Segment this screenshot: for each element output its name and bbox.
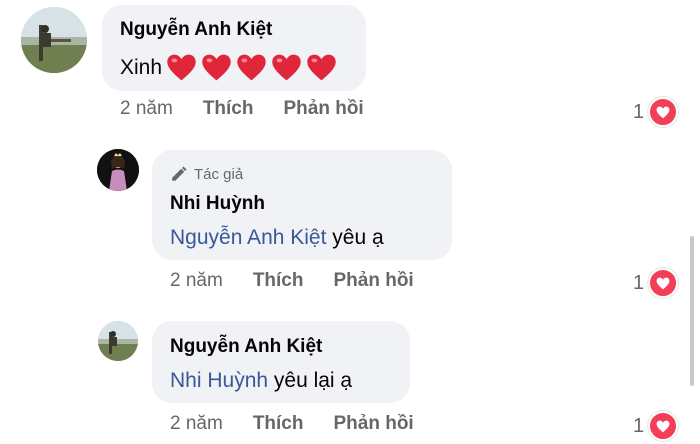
comment-text: Nguyễn Anh Kiệt yêu ạ	[170, 226, 384, 250]
comment-time[interactable]: 2 năm	[120, 98, 173, 120]
avatar-photo	[98, 321, 138, 361]
comment-text-content: Xinh	[120, 55, 163, 79]
comment-time[interactable]: 2 năm	[170, 413, 223, 435]
heart-emoji-icon	[202, 54, 231, 81]
avatar[interactable]	[21, 7, 87, 73]
heart-emoji-icon	[307, 54, 336, 81]
comment-author[interactable]: Nguyễn Anh Kiệt	[170, 336, 322, 358]
heart-emojis	[166, 53, 337, 82]
reply-button[interactable]: Phản hồi	[283, 98, 363, 120]
comment-text: Nhi Huỳnh yêu lại ạ	[170, 369, 352, 393]
heart-emoji-icon	[167, 54, 196, 81]
heart-emoji-icon	[237, 54, 266, 81]
comment-text: Xinh	[120, 53, 337, 82]
reaction-summary[interactable]: 1	[633, 411, 679, 441]
comment-author[interactable]: Nhi Huỳnh	[170, 193, 265, 215]
avatar[interactable]	[97, 149, 139, 191]
author-badge: Tác giả	[170, 165, 243, 183]
comment-time[interactable]: 2 năm	[170, 270, 223, 292]
author-badge-label: Tác giả	[194, 165, 244, 183]
scrollbar[interactable]	[690, 236, 694, 386]
mention-link[interactable]: Nhi Huỳnh	[170, 369, 268, 392]
heart-emoji-icon	[272, 54, 301, 81]
pencil-icon	[172, 166, 187, 181]
avatar-photo	[97, 149, 139, 191]
reply-button[interactable]: Phản hồi	[333, 270, 413, 292]
like-button[interactable]: Thích	[253, 413, 304, 435]
love-icon	[648, 97, 679, 127]
reply-button[interactable]: Phản hồi	[333, 413, 413, 435]
comment-author[interactable]: Nguyễn Anh Kiệt	[120, 19, 272, 41]
avatar-photo	[21, 7, 87, 73]
comment-actions: 2 năm Thích Phản hồi	[170, 270, 444, 292]
reaction-summary[interactable]: 1	[633, 97, 679, 127]
comment-text-content: yêu lại ạ	[268, 369, 353, 392]
comment-text-content: yêu ạ	[326, 226, 384, 249]
like-button[interactable]: Thích	[253, 270, 304, 292]
reaction-count: 1	[633, 100, 645, 123]
reaction-summary[interactable]: 1	[633, 268, 679, 298]
like-button[interactable]: Thích	[203, 98, 254, 120]
mention-link[interactable]: Nguyễn Anh Kiệt	[170, 226, 326, 249]
love-icon	[648, 268, 679, 298]
reaction-count: 1	[633, 271, 645, 294]
comment-actions: 2 năm Thích Phản hồi	[170, 413, 444, 435]
avatar[interactable]	[98, 321, 138, 361]
love-icon	[648, 411, 679, 441]
comment-actions: 2 năm Thích Phản hồi	[120, 98, 394, 120]
reaction-count: 1	[633, 414, 645, 437]
